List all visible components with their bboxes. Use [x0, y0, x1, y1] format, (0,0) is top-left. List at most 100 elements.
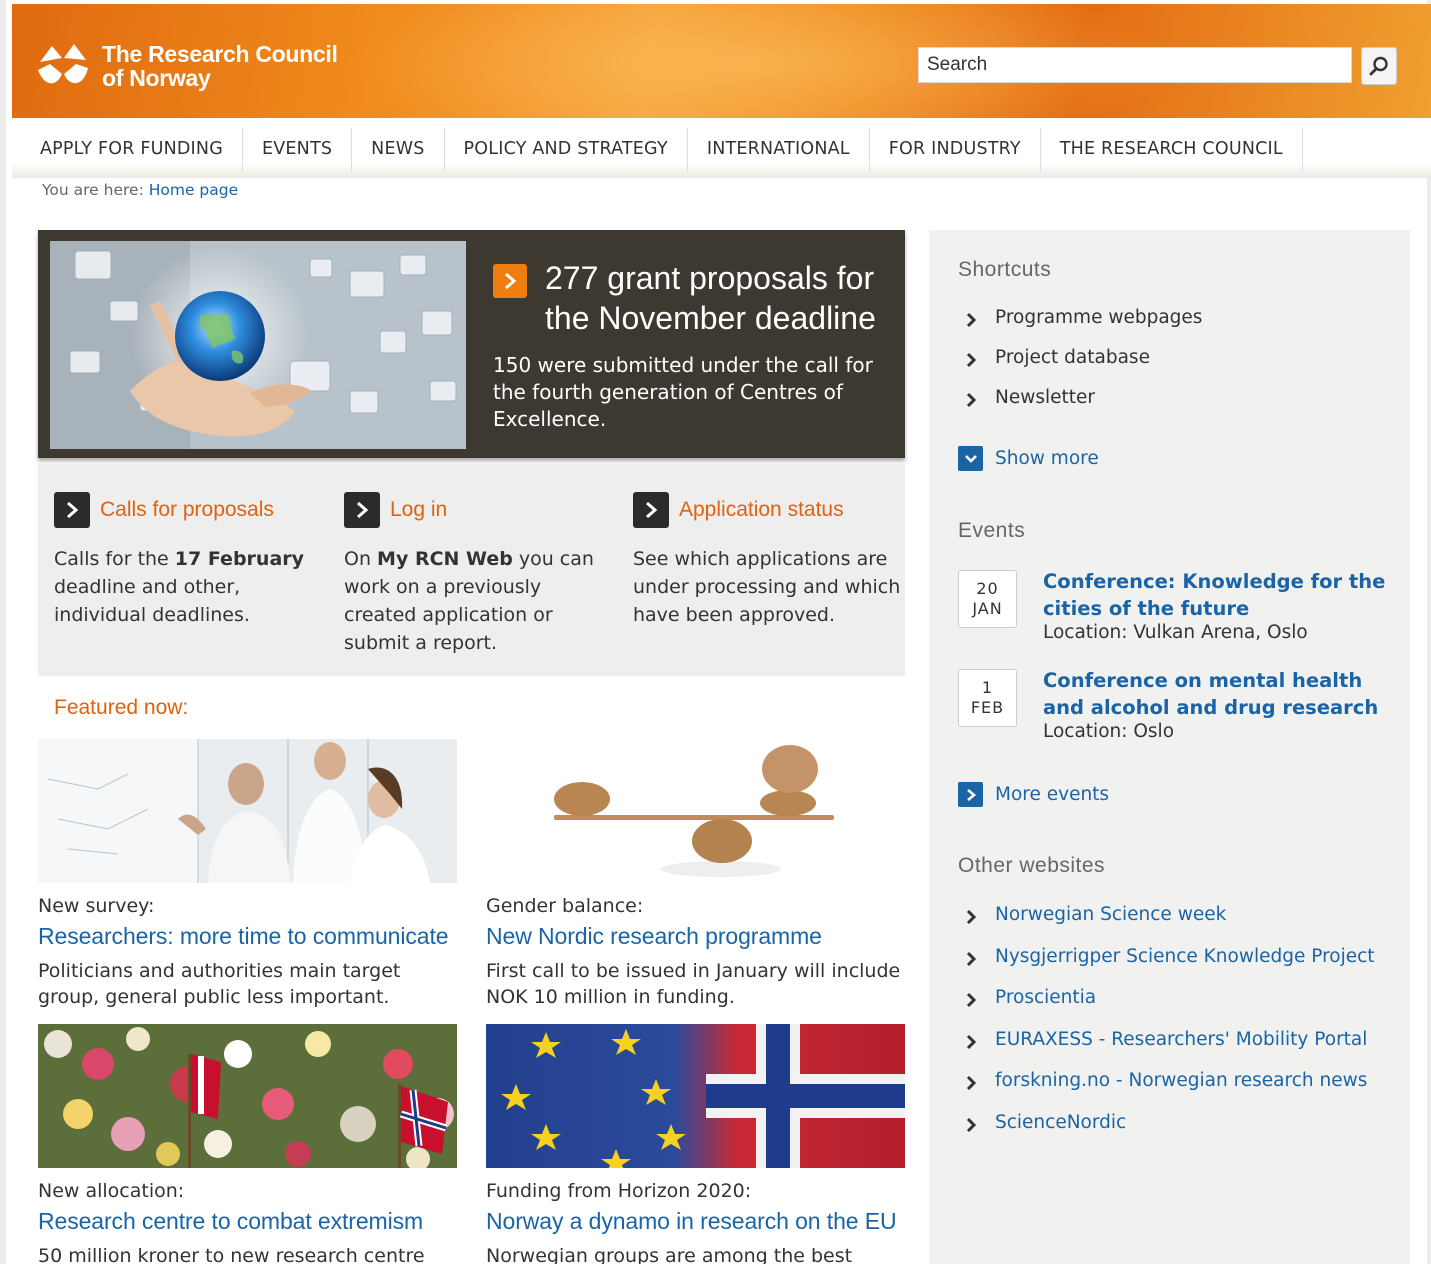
event-month: FEB — [970, 698, 1005, 717]
chevron-down-icon — [958, 446, 983, 471]
other-websites-heading: Other websites — [958, 854, 1106, 877]
chevron-right-icon — [958, 782, 983, 807]
orange-arrow-icon — [493, 264, 527, 298]
featured-label: Featured now: — [54, 696, 189, 719]
event-location: Location: Oslo — [1043, 721, 1175, 742]
breadcrumb-prefix: You are here: — [42, 181, 144, 199]
chevron-right-icon — [54, 492, 90, 528]
other-site-link[interactable]: EURAXESS - Researchers' Mobility Portal — [965, 1028, 1375, 1070]
nav-item-policy-and-strategy[interactable]: POLICY AND STRATEGY — [445, 128, 688, 172]
more-events-label: More events — [995, 784, 1110, 805]
nav-item-apply-for-funding[interactable]: APPLY FOR FUNDING — [22, 128, 243, 172]
featured-card: New allocation: Research centre to comba… — [38, 1024, 458, 1264]
flowers-photo[interactable] — [38, 1024, 457, 1168]
site-label: EURAXESS - Researchers' Mobility Portal — [995, 1028, 1368, 1050]
card-description: Norwegian groups are among the best — [486, 1245, 853, 1264]
other-site-link[interactable]: Norwegian Science week — [965, 903, 1375, 945]
action-panel: Calls for proposals Calls for the 17 Feb… — [38, 464, 905, 676]
shortcut-project-database[interactable]: Project database — [965, 346, 1202, 386]
desc-pre: Calls for the — [54, 548, 175, 570]
chevron-right-icon — [965, 311, 977, 335]
search-input[interactable]: Search — [918, 47, 1352, 83]
events-heading: Events — [958, 519, 1026, 542]
action-application-status: Application status See which application… — [633, 492, 903, 629]
event-date: 20 JAN — [958, 570, 1017, 628]
action-calls-for-proposals: Calls for proposals Calls for the 17 Feb… — [54, 492, 324, 629]
shortcuts-heading: Shortcuts — [958, 258, 1052, 281]
nav-item-events[interactable]: EVENTS — [243, 128, 353, 172]
featured-card: Gender balance: New Nordic research prog… — [486, 739, 906, 1010]
breadcrumb-home-link[interactable]: Home page — [149, 181, 238, 199]
application-status-link[interactable]: Application status — [679, 498, 844, 522]
action-head[interactable]: Application status — [633, 492, 903, 528]
hero-banner[interactable]: 277 grant proposals for the November dea… — [38, 230, 905, 458]
card-description: Politicians and authorities main target … — [38, 960, 401, 1008]
action-log-in: Log in On My RCN Web you can work on a p… — [344, 492, 614, 657]
search-button[interactable] — [1361, 47, 1397, 85]
event-date: 1 FEB — [958, 669, 1017, 727]
site-header: The Research Council of Norway Search — [12, 4, 1431, 118]
breadcrumb: You are here: Home page — [42, 181, 238, 199]
desc-post: deadline and other, individual deadlines… — [54, 576, 250, 626]
eu-norway-flags-photo[interactable] — [486, 1024, 905, 1168]
action-description: On My RCN Web you can work on a previous… — [344, 545, 614, 657]
card-title-link[interactable]: New Nordic research programme — [486, 923, 906, 950]
event-day: 1 — [981, 678, 994, 697]
hero-title[interactable]: 277 grant proposals for the November dea… — [545, 260, 876, 336]
chevron-right-icon — [344, 492, 380, 528]
chevron-right-icon — [965, 1074, 977, 1098]
action-head[interactable]: Log in — [344, 492, 614, 528]
nav-item-international[interactable]: INTERNATIONAL — [688, 128, 870, 172]
calls-for-proposals-link[interactable]: Calls for proposals — [100, 498, 274, 522]
shortcut-programme-webpages[interactable]: Programme webpages — [965, 306, 1202, 346]
chevron-right-icon — [633, 492, 669, 528]
show-more-label: Show more — [995, 448, 1099, 469]
logo-text: The Research Council of Norway — [102, 42, 338, 90]
balance-stones-photo[interactable] — [486, 739, 905, 883]
globe-hand-illustration — [50, 241, 466, 449]
event-month: JAN — [972, 599, 1003, 618]
hero-image — [50, 241, 466, 449]
event-title-link[interactable]: Conference on mental health and alcohol … — [1043, 667, 1388, 721]
other-site-link[interactable]: Proscientia — [965, 986, 1375, 1028]
researchers-photo[interactable] — [38, 739, 457, 883]
featured-card: Funding from Horizon 2020: Norway a dyna… — [486, 1024, 906, 1264]
show-more-button[interactable]: Show more — [958, 446, 1099, 471]
shortcut-label: Project database — [995, 347, 1150, 368]
desc-bold: My RCN Web — [377, 548, 513, 570]
card-title-link[interactable]: Research centre to combat extremism — [38, 1208, 458, 1235]
other-site-link[interactable]: ScienceNordic — [965, 1111, 1375, 1153]
site-logo[interactable]: The Research Council of Norway — [34, 40, 338, 92]
action-head[interactable]: Calls for proposals — [54, 492, 324, 528]
site-label: forskning.no - Norwegian research news — [995, 1070, 1368, 1091]
card-title-link[interactable]: Norway a dynamo in research on the EU — [486, 1208, 906, 1235]
main-nav: APPLY FOR FUNDING EVENTS NEWS POLICY AND… — [12, 118, 1431, 178]
other-site-link[interactable]: Nysgjerrigper Science Knowledge Project — [965, 945, 1375, 987]
shortcut-newsletter[interactable]: Newsletter — [965, 386, 1202, 426]
chevron-right-icon — [965, 991, 977, 1015]
log-in-link[interactable]: Log in — [390, 498, 447, 522]
hero-title-wrap[interactable]: 277 grant proposals for the November dea… — [493, 258, 893, 338]
card-kicker: New allocation: — [38, 1180, 185, 1202]
rcn-logo-icon — [38, 44, 88, 84]
site-label: Nysgjerrigper Science Knowledge Project — [995, 945, 1375, 967]
card-title-link[interactable]: Researchers: more time to communicate — [38, 923, 458, 950]
card-kicker: Funding from Horizon 2020: — [486, 1180, 752, 1202]
nav-item-for-industry[interactable]: FOR INDUSTRY — [870, 128, 1041, 172]
desc-bold: 17 February — [174, 548, 305, 570]
event-day: 20 — [976, 579, 999, 598]
card-description: 50 million kroner to new research centre — [38, 1245, 425, 1264]
hero-text: 277 grant proposals for the November dea… — [493, 258, 893, 433]
site-label: Proscientia — [995, 987, 1097, 1008]
site-label: ScienceNordic — [995, 1111, 1127, 1133]
more-events-button[interactable]: More events — [958, 782, 1109, 807]
logo-line1: The Research Council — [102, 41, 338, 67]
card-kicker: New survey: — [38, 895, 155, 917]
nav-item-the-research-council[interactable]: THE RESEARCH COUNCIL — [1041, 128, 1303, 172]
other-site-link[interactable]: forskning.no - Norwegian research news — [965, 1069, 1375, 1111]
nav-item-news[interactable]: NEWS — [352, 128, 445, 172]
chevron-right-icon — [965, 950, 977, 974]
shortcut-label: Newsletter — [995, 387, 1096, 408]
event-title-link[interactable]: Conference: Knowledge for the cities of … — [1043, 568, 1388, 622]
hero-description: 150 were submitted under the call for th… — [493, 353, 873, 431]
